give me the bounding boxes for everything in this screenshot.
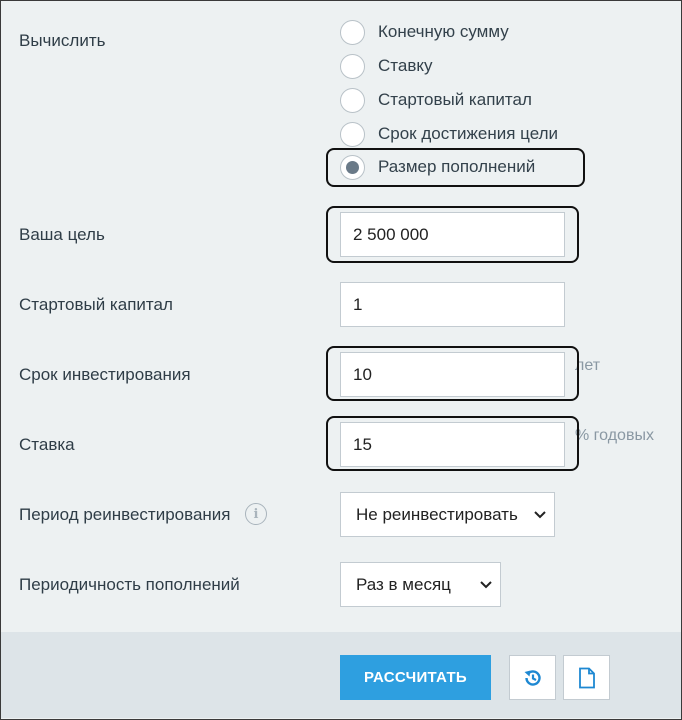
document-icon: [578, 667, 595, 688]
radio-button[interactable]: [340, 87, 365, 113]
radio-label: Ставку: [378, 56, 433, 75]
info-icon[interactable]: i: [245, 503, 267, 525]
radio-label: Стартовый капитал: [378, 90, 532, 109]
export-button[interactable]: [563, 655, 610, 700]
reinvest-label: Период реинвестирования: [19, 505, 231, 524]
term-label: Срок инвестирования: [19, 365, 191, 384]
radio-button[interactable]: [340, 53, 365, 79]
reinvest-select[interactable]: Не реинвестировать: [340, 492, 555, 537]
rate-label: Ставка: [19, 435, 75, 454]
radio-option-rate[interactable]: Ставку: [340, 51, 433, 81]
radio-button-selected[interactable]: [340, 154, 365, 180]
topup-selected-value: Раз в месяц: [356, 574, 451, 594]
start-capital-label: Стартовый капитал: [19, 295, 173, 314]
radio-option-start-capital[interactable]: Стартовый капитал: [340, 85, 532, 115]
radio-option-goal-term[interactable]: Срок достижения цели: [340, 119, 558, 149]
radio-button[interactable]: [340, 19, 365, 45]
rate-input[interactable]: 15: [340, 422, 565, 467]
term-input[interactable]: 10: [340, 352, 565, 397]
compute-label: Вычислить: [19, 31, 106, 50]
radio-option-topup-size[interactable]: Размер пополнений: [340, 152, 535, 182]
goal-label: Ваша цель: [19, 225, 105, 244]
radio-label: Конечную сумму: [378, 22, 509, 41]
history-icon: [524, 669, 541, 686]
topup-select[interactable]: Раз в месяц: [340, 562, 501, 607]
rate-unit: % годовых: [575, 427, 654, 444]
radio-option-final-sum[interactable]: Конечную сумму: [340, 17, 509, 47]
reset-button[interactable]: [509, 655, 556, 700]
calculate-button[interactable]: РАССЧИТАТЬ: [340, 655, 491, 700]
chevron-down-icon: [480, 580, 492, 588]
chevron-down-icon: [534, 510, 546, 518]
goal-input[interactable]: 2 500 000: [340, 212, 565, 257]
radio-button[interactable]: [340, 121, 365, 147]
radio-label: Срок достижения цели: [378, 124, 558, 143]
radio-label: Размер пополнений: [378, 157, 536, 176]
topup-label: Периодичность пополнений: [19, 575, 240, 594]
reinvest-selected-value: Не реинвестировать: [356, 504, 518, 524]
start-capital-input[interactable]: 1: [340, 282, 565, 327]
